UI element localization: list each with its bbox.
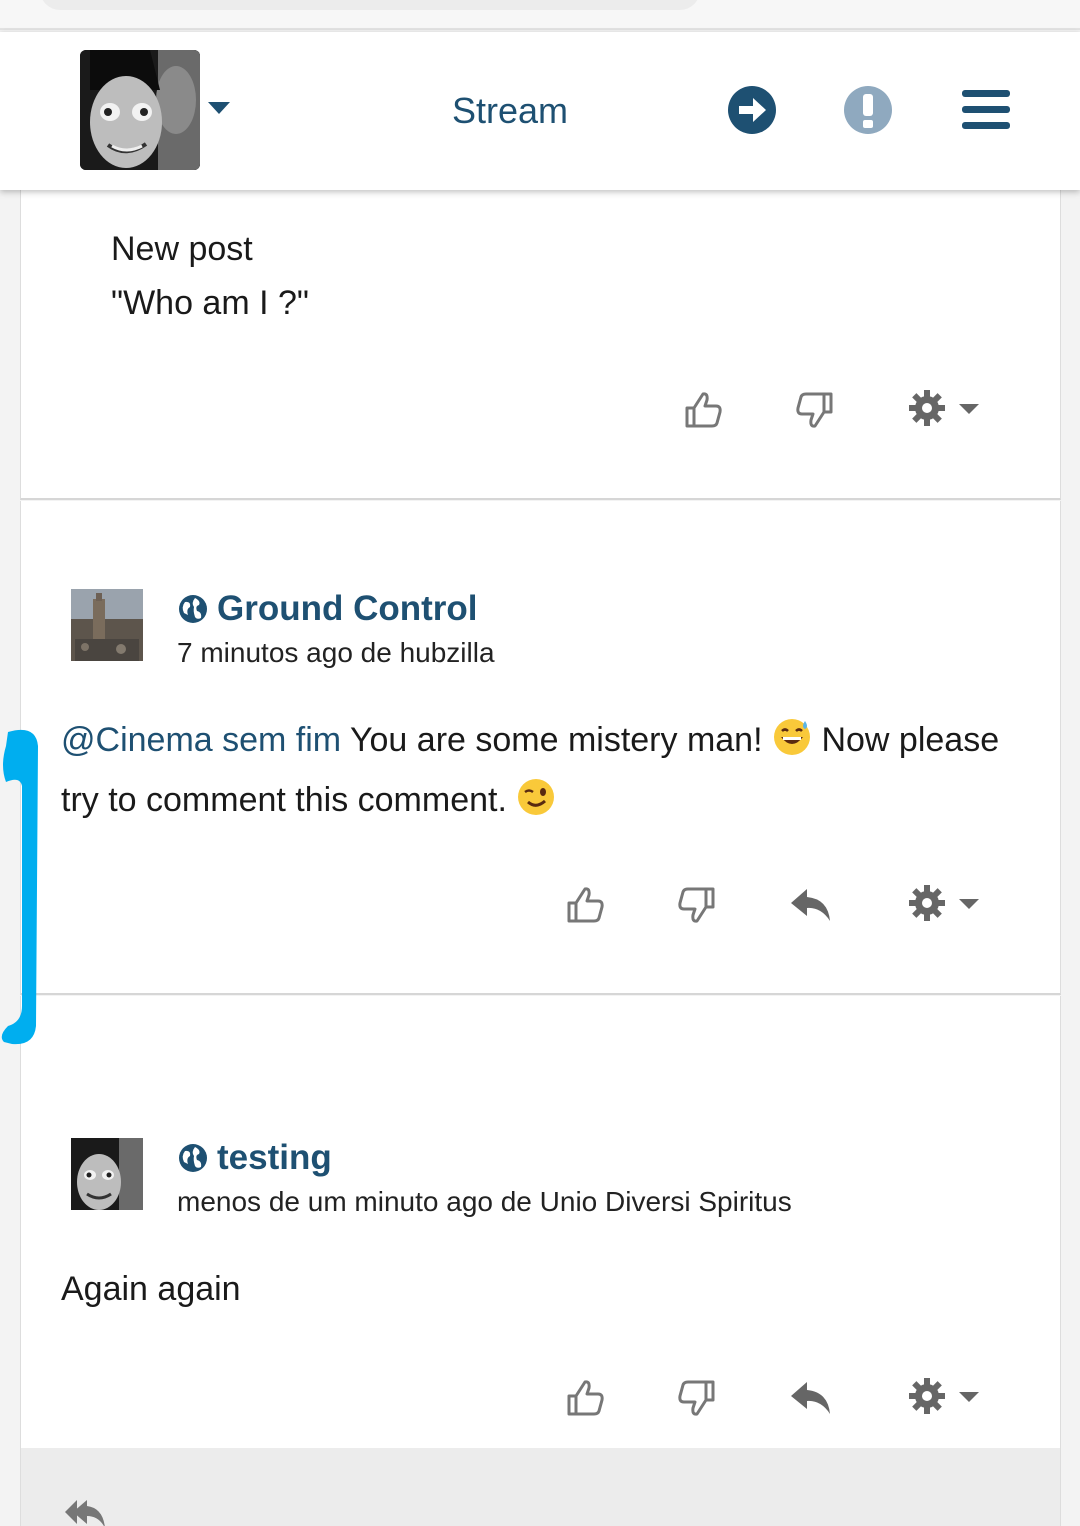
thumbs-up-icon[interactable] [681,388,725,432]
author-name-text: Ground Control [217,589,478,628]
author-avatar[interactable] [71,1138,143,1210]
post-meta: 7 minutos ago de hubzilla [177,637,495,668]
reply-icon[interactable] [789,883,833,927]
post-card: testing menos de um minuto ago de Unio D… [20,996,1061,1448]
post-line: "Who am I ?" [111,284,309,322]
post-body: @Cinema sem fim You are some mistery man… [61,713,1001,833]
thumbs-down-icon[interactable] [675,883,719,927]
post-body: New post "Who am I ?" [111,222,309,330]
thread-footer [20,1448,1061,1526]
browser-address-strip [0,0,1080,30]
arrow-right-circle-icon[interactable] [726,84,778,136]
thumbs-up-icon[interactable] [563,883,607,927]
page-title: Stream [451,90,569,131]
chevron-down-icon [959,1392,979,1402]
top-navbar: Stream [0,32,1080,190]
reply-icon[interactable] [789,1376,833,1420]
author-name-text: testing [217,1138,332,1177]
address-bar[interactable] [40,0,700,10]
user-avatar[interactable] [80,50,200,170]
thumbs-up-icon[interactable] [563,1376,607,1420]
gear-icon [909,390,945,426]
gear-dropdown[interactable] [907,1376,987,1420]
post-card: New post "Who am I ?" [20,190,1061,500]
annotation-marker [1,729,38,1045]
author-avatar[interactable] [71,589,143,661]
chevron-down-icon [959,899,979,909]
chevron-down-icon [959,404,979,414]
post-body: Again again [61,1270,241,1308]
thumbs-down-icon[interactable] [675,1376,719,1420]
post-meta: menos de um minuto ago de Unio Diversi S… [177,1186,792,1217]
mention-link[interactable]: @Cinema sem fim [61,721,341,759]
gear-icon [909,885,945,921]
grinning-sweat-emoji [772,717,812,773]
thumbs-down-icon[interactable] [793,388,837,432]
chevron-down-icon[interactable] [208,102,230,114]
exclamation-circle-icon[interactable] [842,84,894,136]
gear-icon [909,1378,945,1414]
post-text: You are some mistery man! [341,721,772,759]
globe-icon [179,1144,207,1172]
menu-icon[interactable] [960,84,1012,136]
gear-dropdown[interactable] [907,388,987,432]
gear-dropdown[interactable] [907,883,987,927]
author-name[interactable]: testing [177,1138,332,1178]
post-line: New post [111,230,253,268]
reply-all-icon[interactable] [63,1494,107,1526]
winking-emoji [516,777,556,833]
author-name[interactable]: Ground Control [177,589,478,629]
post-card: Ground Control 7 minutos ago de hubzilla… [20,501,1061,995]
globe-icon [179,595,207,623]
